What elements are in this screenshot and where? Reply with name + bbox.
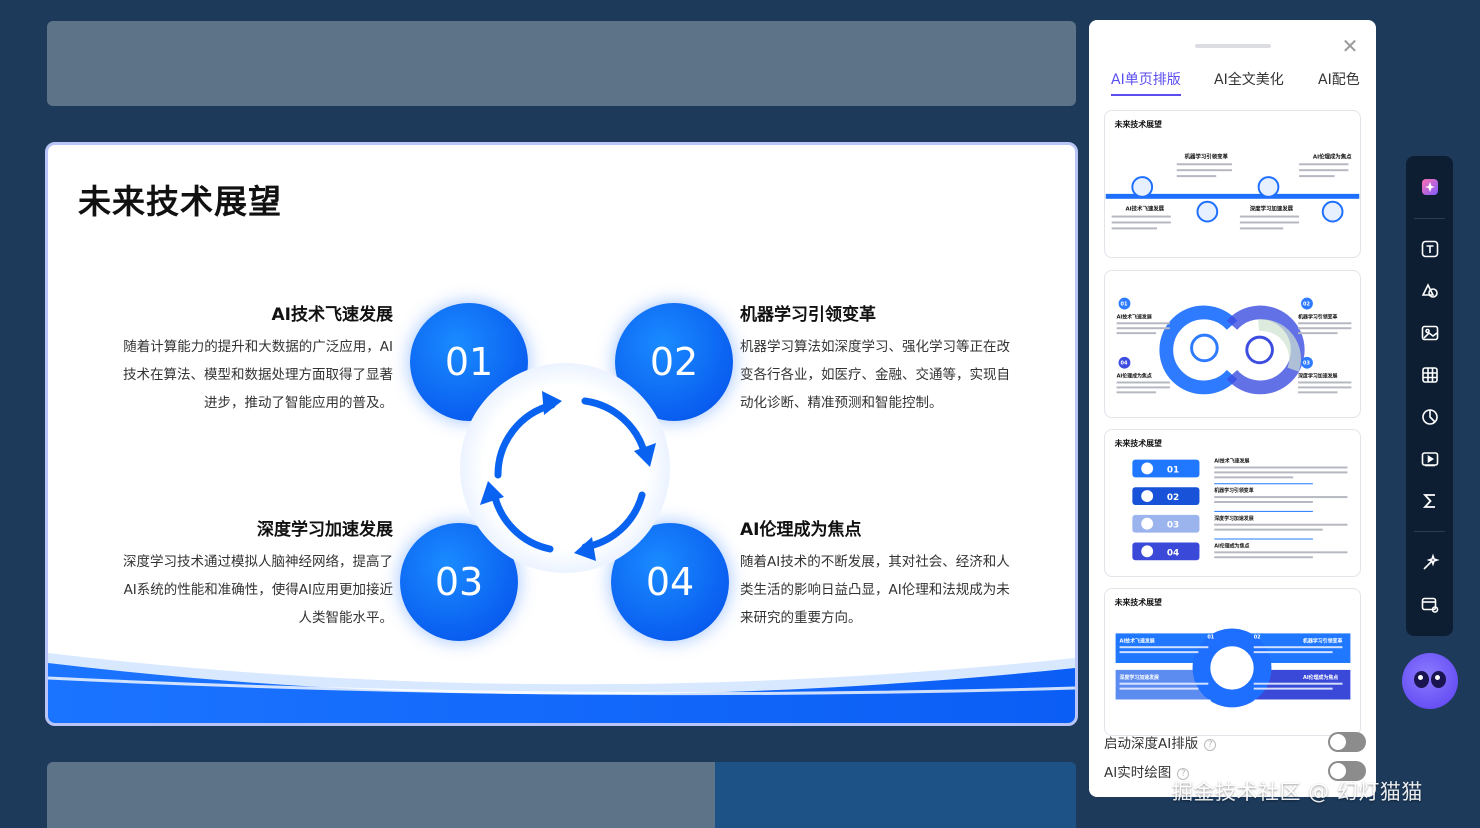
tab-ai-color[interactable]: AI配色	[1318, 69, 1360, 89]
deep-ai-layout-toggle[interactable]	[1328, 732, 1366, 752]
slide-next-accent	[715, 762, 1076, 828]
topic-4: AI伦理成为焦点 随着AI技术的不断发展，其对社会、经济和人类生活的影响日益凸显…	[740, 515, 1020, 632]
topic-body: 机器学习算法如深度学习、强化学习等正在改变各行各业，如医疗、金融、交通等，实现自…	[740, 339, 1010, 411]
option-deep-ai-layout: 启动深度AI排版?	[1104, 732, 1366, 754]
svg-text:03: 03	[1167, 521, 1179, 531]
svg-text:AI伦理成为焦点: AI伦理成为焦点	[1214, 542, 1249, 549]
layout-preview: 未来技术展望 01 02 03 04 AI技术飞速发展 机器学习引领变革 深度学习加速…	[1115, 438, 1348, 561]
svg-text:AI技术飞速发展: AI技术飞速发展	[1120, 637, 1155, 644]
svg-text:03: 03	[1303, 361, 1310, 367]
svg-text:AI伦理成为焦点: AI伦理成为焦点	[1117, 373, 1152, 380]
svg-text:02: 02	[1303, 302, 1310, 308]
slide-thumbnail-previous[interactable]	[47, 21, 1076, 106]
panel-tabs: AI单页排版 AI全文美化 AI配色	[1089, 69, 1376, 99]
right-toolbar	[1406, 156, 1453, 636]
svg-text:AI技术飞速发展: AI技术飞速发展	[1214, 458, 1249, 465]
chart-icon[interactable]	[1417, 404, 1443, 430]
layout-option-4[interactable]: 未来技术展望 AI技术飞速发展 机器学习引领变革 深度学习加速发展 AI伦理成为…	[1104, 588, 1361, 736]
svg-text:01: 01	[1121, 302, 1128, 308]
topic-heading: 深度学习加速发展	[257, 520, 393, 540]
svg-text:深度学习加速发展: 深度学习加速发展	[1120, 674, 1159, 681]
assistant-eye-icon	[1414, 671, 1429, 688]
shapes-icon[interactable]	[1417, 278, 1443, 304]
svg-text:未来技术展望: 未来技术展望	[1115, 438, 1162, 448]
ai-layout-panel: ✕ AI单页排版 AI全文美化 AI配色 未来技术展望 机器学习引领变革 AI伦…	[1089, 20, 1376, 797]
layout-preview: 未来技术展望 AI技术飞速发展 机器学习引领变革 深度学习加速发展 AI伦理成为…	[1115, 597, 1351, 708]
layout-option-1[interactable]: 未来技术展望 机器学习引领变革 AI伦理成为焦点 AI技术飞速发展 深度学习加速…	[1104, 110, 1361, 258]
text-icon[interactable]	[1417, 236, 1443, 262]
option-label: AI实时绘图	[1104, 765, 1172, 781]
svg-text:01: 01	[1167, 465, 1179, 475]
option-label: 启动深度AI排版	[1104, 736, 1199, 752]
layout-preview: 未来技术展望 机器学习引领变革 AI伦理成为焦点 AI技术飞速发展 深度学习加速…	[1105, 119, 1360, 230]
image-icon[interactable]	[1417, 320, 1443, 346]
topic-body: 深度学习技术通过模拟人脑神经网络，提高了AI系统的性能和准确性，使得AI应用更加…	[123, 554, 393, 626]
table-icon[interactable]	[1417, 362, 1443, 388]
layout-option-2[interactable]: 01 02 04 03 AI技术飞速发展 机器学习引领变革 AI伦理成为焦点 深…	[1104, 270, 1361, 418]
svg-text:机器学习引领变革: 机器学习引领变革	[1185, 152, 1229, 160]
current-slide[interactable]: 未来技术展望 AI技术飞速发展 随着计算能力的提升和大数据的广泛应用，AI技术在…	[45, 142, 1078, 726]
help-icon[interactable]: ?	[1204, 739, 1217, 751]
active-tab-indicator	[1111, 94, 1181, 96]
panel-drag-handle[interactable]	[1195, 44, 1271, 48]
magic-icon[interactable]	[1417, 550, 1443, 576]
svg-text:03: 03	[1204, 699, 1211, 705]
formula-icon[interactable]	[1417, 488, 1443, 514]
svg-text:AI技术飞速发展: AI技术飞速发展	[1117, 313, 1152, 320]
svg-text:04: 04	[1121, 361, 1128, 367]
topic-heading: AI伦理成为焦点	[740, 520, 862, 540]
topic-1: AI技术飞速发展 随着计算能力的提升和大数据的广泛应用，AI技术在算法、模型和数…	[113, 300, 393, 417]
svg-text:机器学习引领变革: 机器学习引领变革	[1298, 313, 1337, 320]
topic-2: 机器学习引领变革 机器学习算法如深度学习、强化学习等正在改变各行各业，如医疗、金…	[740, 300, 1020, 417]
svg-text:机器学习引领变革: 机器学习引领变革	[1214, 487, 1253, 494]
cycle-arrows-icon	[480, 391, 656, 561]
slide-title: 未来技术展望	[78, 182, 282, 221]
svg-text:02: 02	[1167, 493, 1179, 503]
svg-text:04: 04	[1254, 699, 1261, 705]
layout-option-3[interactable]: 未来技术展望 01 02 03 04 AI技术飞速发展 机器学习引领变革 深度学习加速…	[1104, 429, 1361, 577]
slide-thumbnail-next[interactable]	[47, 762, 1076, 828]
svg-text:深度学习加速发展: 深度学习加速发展	[1298, 373, 1337, 380]
ai-assistant-button[interactable]	[1402, 653, 1458, 709]
svg-text:机器学习引领变革: 机器学习引领变革	[1303, 637, 1342, 644]
tab-ai-full-beautify[interactable]: AI全文美化	[1214, 69, 1284, 89]
watermark: 掘金技术社区 @ 幻灯猫猫	[1172, 780, 1423, 804]
topic-body: 随着AI技术的不断发展，其对社会、经济和人类生活的影响日益凸显，AI伦理和法规成…	[740, 554, 1010, 626]
svg-text:02: 02	[1254, 634, 1261, 640]
svg-text:深度学习加速发展: 深度学习加速发展	[1250, 205, 1294, 213]
assistant-eye-icon	[1431, 671, 1446, 688]
topic-body: 随着计算能力的提升和大数据的广泛应用，AI技术在算法、模型和数据处理方面取得了显…	[123, 339, 393, 411]
ai-sparkle-icon[interactable]	[1417, 174, 1443, 200]
tab-ai-page-layout[interactable]: AI单页排版	[1111, 69, 1181, 89]
media-icon[interactable]	[1417, 446, 1443, 472]
svg-text:AI伦理成为焦点: AI伦理成为焦点	[1303, 674, 1338, 681]
toolbar-divider	[1414, 218, 1445, 219]
topic-heading: 机器学习引领变革	[740, 305, 876, 325]
template-icon[interactable]	[1417, 592, 1443, 618]
close-icon[interactable]: ✕	[1341, 36, 1359, 56]
layout-preview: 01 02 04 03 AI技术飞速发展 机器学习引领变革 AI伦理成为焦点 深…	[1116, 297, 1352, 395]
svg-text:04: 04	[1167, 548, 1179, 558]
topic-3: 深度学习加速发展 深度学习技术通过模拟人脑神经网络，提高了AI系统的性能和准确性…	[113, 515, 393, 632]
toolbar-divider	[1414, 531, 1445, 532]
svg-text:深度学习加速发展: 深度学习加速发展	[1214, 515, 1253, 522]
svg-text:AI技术飞速发展: AI技术飞速发展	[1125, 205, 1164, 213]
preview-title: 未来技术展望	[1115, 119, 1162, 129]
svg-text:未来技术展望: 未来技术展望	[1115, 597, 1162, 607]
topic-heading: AI技术飞速发展	[271, 305, 393, 325]
svg-text:AI伦理成为焦点: AI伦理成为焦点	[1313, 152, 1352, 160]
slide-wave-decoration	[48, 653, 1075, 723]
svg-text:01: 01	[1207, 634, 1214, 640]
